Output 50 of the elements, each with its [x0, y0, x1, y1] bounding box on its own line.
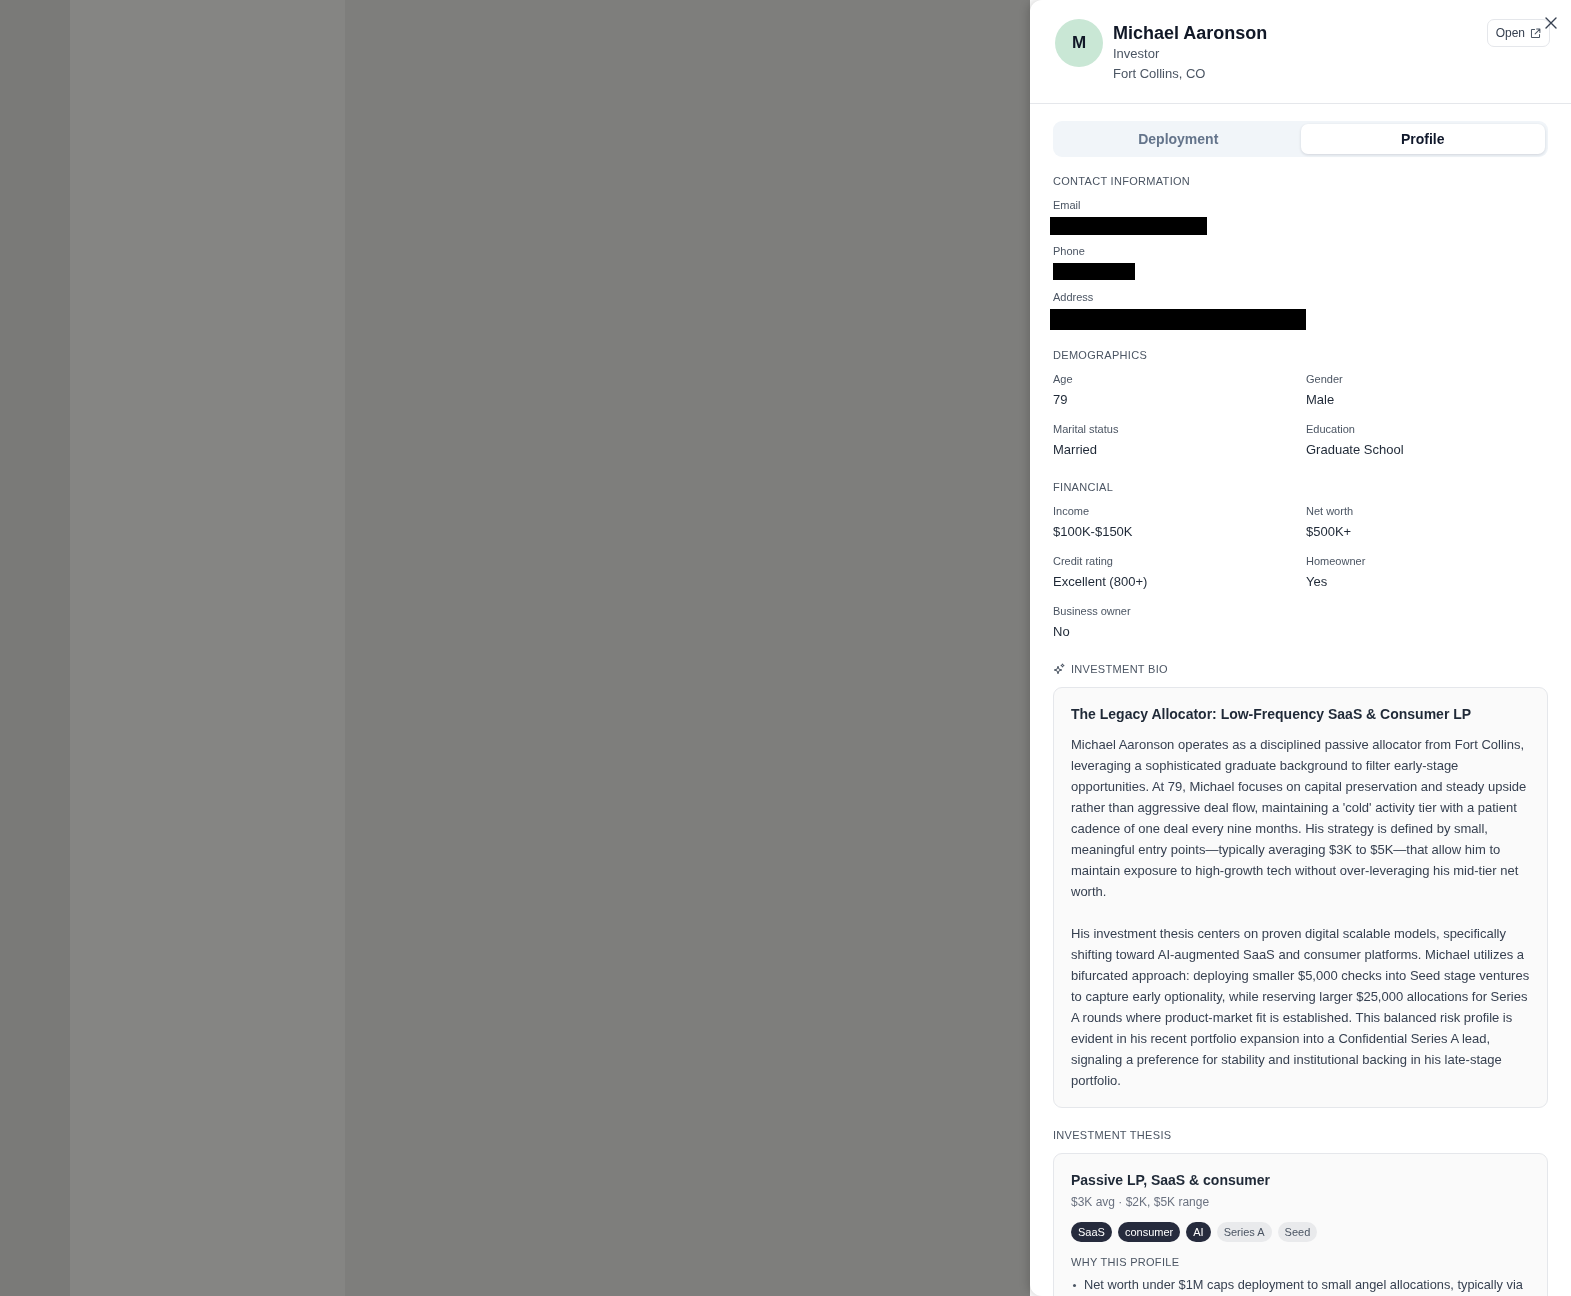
external-link-icon [1530, 27, 1541, 39]
field-label: Credit rating [1053, 554, 1113, 569]
field-label: Net worth [1306, 504, 1354, 519]
person-name: Michael Aaronson [1113, 22, 1268, 44]
tag: AI [1186, 1222, 1211, 1242]
tab[interactable]: Profile [1300, 124, 1545, 154]
thesis-heading: Passive LP, SaaS & consumer [1071, 1171, 1271, 1190]
section-title: DEMOGRAPHICS [1053, 348, 1149, 363]
person-location: Fort Collins, CO [1113, 65, 1206, 83]
field-value: Married [1053, 441, 1098, 459]
tag: Series A [1216, 1222, 1272, 1242]
section-title: FINANCIAL [1053, 480, 1115, 495]
section-title: INVESTMENT BIO [1071, 662, 1168, 677]
field-value: $500K+ [1306, 523, 1352, 541]
field-label: Homeowner [1306, 554, 1366, 569]
bio-paragraph: His investment thesis centers on proven digital scalable models, specifically shifting toward AI-augmented SaaS and consumer platforms. Michael utilizes a bifurcated approach: deploying smaller $5,000 checks into Seed stage ventures to capture early optionality, while reserving larger $25,000 allocations for Series A rounds where product-market fit is established. This balanced risk profile is evident in his recent portfolio expansion into a Confidential Series A lead, signaling a preference for stability and institutional backing in his late-stage portfolio. [1071, 925, 1531, 1090]
bio-heading: The Legacy Allocator: Low-Frequency SaaS & Consumer LP [1071, 705, 1473, 724]
field-label: Income [1053, 504, 1090, 519]
tag: consumer [1117, 1222, 1181, 1242]
avatar: M [1055, 19, 1103, 67]
field-value: Yes [1306, 573, 1328, 591]
tag: Seed [1277, 1222, 1318, 1242]
field-label: Education [1306, 422, 1355, 437]
field-value: Excellent (800+) [1053, 573, 1148, 591]
reason-text: Net worth under $1M caps deployment to small angel allocations, typically via [1084, 1276, 1523, 1294]
field-label: Phone [1053, 244, 1086, 259]
section-title: WHY THIS PROFILE [1071, 1255, 1181, 1270]
bullet-icon [1073, 1283, 1076, 1287]
field-value: Male [1306, 391, 1335, 409]
field-value: No [1053, 623, 1070, 641]
section-title: CONTACT INFORMATION [1053, 174, 1192, 189]
tag: SaaS [1071, 1222, 1112, 1242]
tab[interactable]: Deployment [1056, 124, 1301, 154]
section-title: INVESTMENT THESIS [1053, 1128, 1173, 1143]
field-label: Age [1053, 372, 1073, 387]
field-value: 79 [1053, 391, 1068, 409]
sparkle-icon [1053, 663, 1065, 675]
close-button[interactable] [1545, 17, 1557, 29]
person-role: Investor [1113, 45, 1160, 63]
thesis-summary: $3K avg · $2K, $5K range [1071, 1194, 1211, 1211]
close-icon [1545, 17, 1557, 29]
field-value: Graduate School [1306, 441, 1404, 459]
field-label: Business owner [1053, 604, 1131, 619]
bio-paragraph: Michael Aaronson operates as a disciplined passive allocator from Fort Collins, leveraging a sophisticated graduate background to filter early-stage opportunities. At 79, Michael focuses on capital preservation and steady upside rather than aggressive deal flow, maintaining a 'cold' activity tier with a patient cadence of one deal every nine months. His strategy is defined by small, meaningful entry points—typically averaging $3K to $5K—that allow him to maintain exposure to high-growth tech without over-leveraging his mid-tier net worth. [1071, 736, 1528, 901]
field-label: Email [1053, 198, 1082, 213]
field-label: Gender [1306, 372, 1343, 387]
open-button[interactable]: Open [1486, 19, 1550, 47]
field-value: $100K-$150K [1053, 523, 1133, 541]
field-label: Address [1053, 290, 1095, 305]
field-label: Marital status [1053, 422, 1119, 437]
